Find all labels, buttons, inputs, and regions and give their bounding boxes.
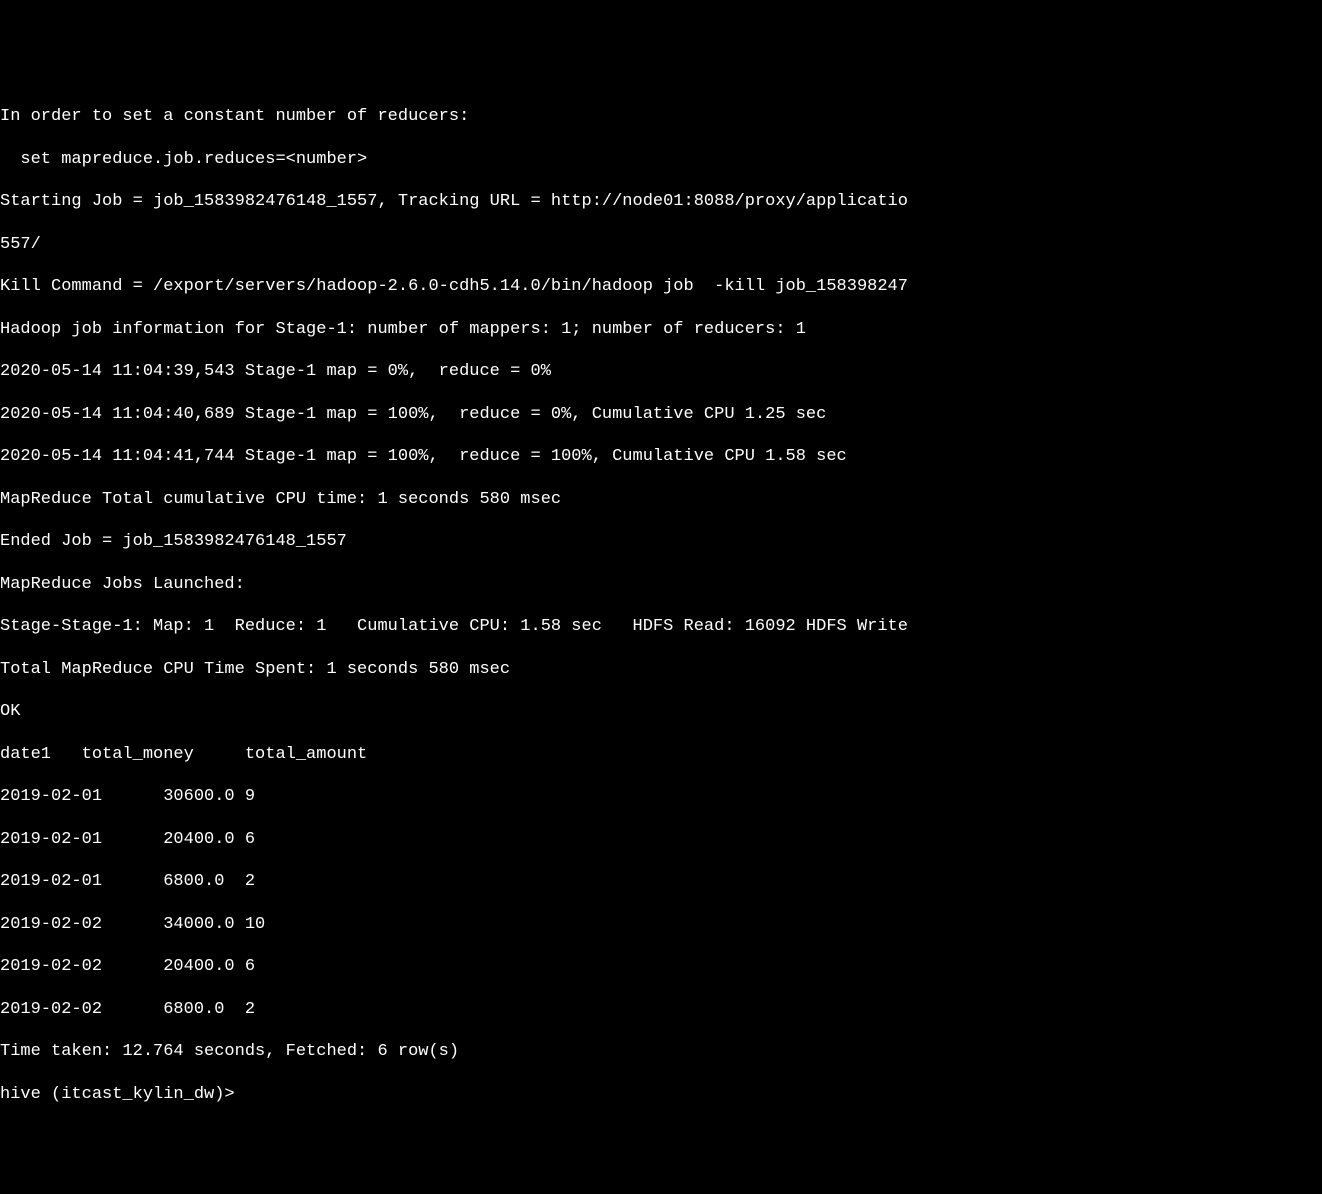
terminal-output[interactable]: In order to set a constant number of red… [0, 85, 1322, 1126]
output-line: 2020-05-14 11:04:39,543 Stage-1 map = 0%… [0, 361, 1322, 382]
output-line: 557/ [0, 234, 1322, 255]
table-header: date1 total_money total_amount [0, 744, 1322, 765]
table-row: 2019-02-02 34000.0 10 [0, 914, 1322, 935]
table-row: 2019-02-02 20400.0 6 [0, 956, 1322, 977]
hive-prompt[interactable]: hive (itcast_kylin_dw)> [0, 1084, 1322, 1105]
table-row: 2019-02-02 6800.0 2 [0, 999, 1322, 1020]
output-line: 2020-05-14 11:04:41,744 Stage-1 map = 10… [0, 446, 1322, 467]
table-row: 2019-02-01 30600.0 9 [0, 786, 1322, 807]
output-line: In order to set a constant number of red… [0, 106, 1322, 127]
output-line: Stage-Stage-1: Map: 1 Reduce: 1 Cumulati… [0, 616, 1322, 637]
output-line: Kill Command = /export/servers/hadoop-2.… [0, 276, 1322, 297]
time-taken: Time taken: 12.764 seconds, Fetched: 6 r… [0, 1041, 1322, 1062]
output-line: Hadoop job information for Stage-1: numb… [0, 319, 1322, 340]
output-line: MapReduce Jobs Launched: [0, 574, 1322, 595]
table-row: 2019-02-01 6800.0 2 [0, 871, 1322, 892]
output-line: set mapreduce.job.reduces=<number> [0, 149, 1322, 170]
output-line: 2020-05-14 11:04:40,689 Stage-1 map = 10… [0, 404, 1322, 425]
output-line: Total MapReduce CPU Time Spent: 1 second… [0, 659, 1322, 680]
output-line: Starting Job = job_1583982476148_1557, T… [0, 191, 1322, 212]
output-line: MapReduce Total cumulative CPU time: 1 s… [0, 489, 1322, 510]
output-line: Ended Job = job_1583982476148_1557 [0, 531, 1322, 552]
table-row: 2019-02-01 20400.0 6 [0, 829, 1322, 850]
status-ok: OK [0, 701, 1322, 722]
